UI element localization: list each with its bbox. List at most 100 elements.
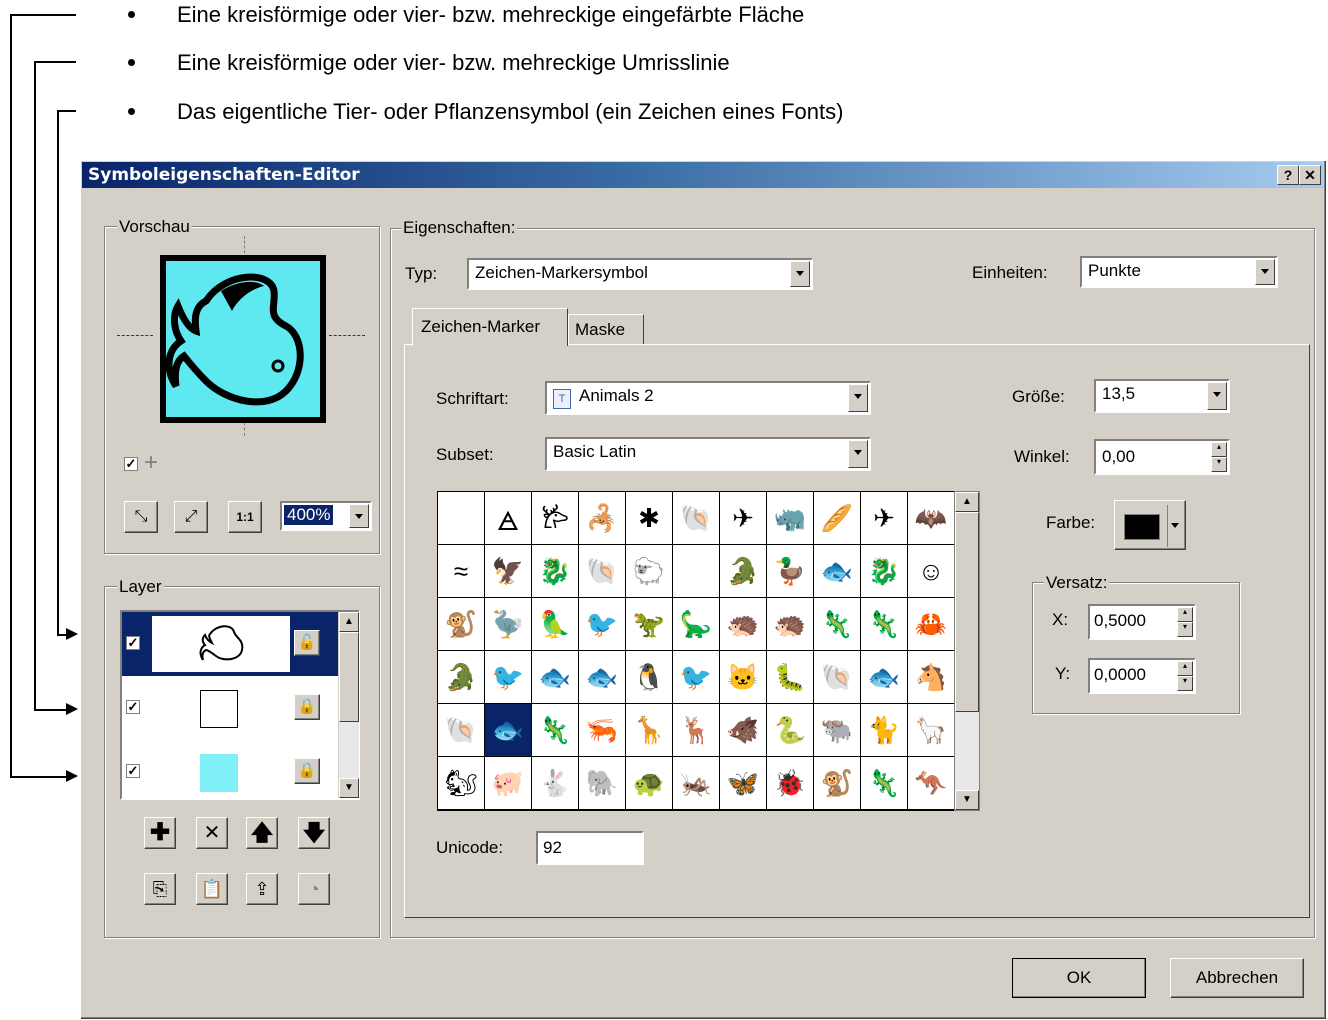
help-button[interactable]: ? bbox=[1277, 165, 1299, 185]
glyph-cell[interactable]: 🦌 bbox=[673, 704, 719, 756]
scroll-thumb[interactable] bbox=[955, 512, 979, 712]
glyph-cell[interactable]: 🐊 bbox=[438, 651, 484, 703]
units-select[interactable]: Punkte bbox=[1080, 256, 1278, 288]
cancel-button[interactable]: Abbrechen bbox=[1170, 958, 1304, 998]
ok-button[interactable]: OK bbox=[1012, 958, 1146, 998]
chevron-down-icon[interactable] bbox=[848, 384, 868, 412]
y-offset-spinner[interactable]: ▴ ▾ bbox=[1177, 661, 1193, 691]
angle-spinner[interactable]: ▴ ▾ bbox=[1211, 442, 1227, 472]
glyph-cell[interactable]: 🐘 bbox=[579, 757, 625, 809]
glyph-cell[interactable]: 🦤 bbox=[485, 598, 531, 650]
glyph-cell[interactable]: ✈ bbox=[720, 492, 766, 544]
glyph-cell[interactable]: 🐴 bbox=[908, 651, 954, 703]
tab-zeichen-marker[interactable]: Zeichen-Marker bbox=[412, 308, 568, 346]
glyph-cell[interactable]: 🐿 bbox=[438, 757, 484, 809]
paste-icon[interactable]: 📋 bbox=[196, 873, 228, 905]
size-select[interactable]: 13,5 bbox=[1094, 379, 1230, 413]
glyph-cell[interactable]: 🐟 bbox=[579, 651, 625, 703]
y-offset-input[interactable]: 0,0000 ▴ ▾ bbox=[1088, 658, 1196, 694]
glyph-scrollbar[interactable]: ▲ ▼ bbox=[954, 491, 980, 811]
glyph-cell[interactable]: ≈ bbox=[438, 545, 484, 597]
glyph-cell[interactable]: ✈ bbox=[861, 492, 907, 544]
glyph-cell[interactable]: 🐉 bbox=[532, 545, 578, 597]
glyph-cell[interactable]: 🦜 bbox=[532, 598, 578, 650]
scroll-down-icon[interactable]: ▼ bbox=[955, 790, 979, 810]
down-arrow-icon[interactable]: 🡇 bbox=[298, 817, 330, 849]
font-select[interactable]: T Animals 2 bbox=[545, 381, 871, 415]
glyph-cell[interactable]: 🐚 bbox=[814, 651, 860, 703]
glyph-cell[interactable]: 🦎 bbox=[861, 757, 907, 809]
scroll-thumb[interactable] bbox=[339, 632, 359, 722]
zoom-select[interactable]: 400% bbox=[280, 501, 372, 531]
glyph-cell[interactable]: 🦔 bbox=[720, 598, 766, 650]
glyph-cell[interactable]: 🐛 bbox=[767, 651, 813, 703]
glyph-cell[interactable]: 🦐 bbox=[579, 704, 625, 756]
chevron-down-icon[interactable] bbox=[349, 504, 369, 528]
glyph-cell[interactable]: 🦇 bbox=[908, 492, 954, 544]
glyph-cell[interactable]: 🦆 bbox=[767, 545, 813, 597]
chevron-down-icon[interactable] bbox=[1255, 259, 1275, 285]
glyph-cell[interactable]: 🦗 bbox=[673, 757, 719, 809]
tab-maske[interactable]: Maske bbox=[568, 314, 644, 344]
up-arrow-icon[interactable]: 🡅 bbox=[246, 817, 278, 849]
layer-row-2[interactable]: ✓ 🔒 bbox=[122, 676, 338, 740]
expand-icon[interactable]: ⤢ bbox=[174, 501, 208, 533]
layer-checkbox[interactable]: ✓ bbox=[126, 764, 140, 778]
actual-size-icon[interactable]: 1:1 bbox=[228, 501, 262, 533]
glyph-cell[interactable]: 🐈 bbox=[861, 704, 907, 756]
delete-icon[interactable]: ✕ bbox=[196, 817, 228, 849]
glyph-cell[interactable]: 🐦 bbox=[485, 651, 531, 703]
scroll-up-icon[interactable]: ▲ bbox=[955, 492, 979, 512]
glyph-cell[interactable]: ✱ bbox=[626, 492, 672, 544]
lock-icon[interactable]: 🔒 bbox=[294, 758, 320, 784]
glyph-cell[interactable]: 🐦 bbox=[673, 651, 719, 703]
glyph-cell[interactable]: 🐢 bbox=[626, 757, 672, 809]
glyph-cell[interactable]: 🦏 bbox=[767, 492, 813, 544]
glyph-cell[interactable]: 🦀 bbox=[908, 598, 954, 650]
angle-input[interactable]: 0,00 ▴ ▾ bbox=[1094, 439, 1230, 475]
unlock-icon[interactable]: 🔓 bbox=[294, 630, 320, 656]
glyph-cell[interactable]: 🐟 bbox=[532, 651, 578, 703]
subset-select[interactable]: Basic Latin bbox=[545, 437, 871, 471]
glyph-cell[interactable]: 🐉 bbox=[861, 545, 907, 597]
glyph-cell[interactable]: 🐒 bbox=[814, 757, 860, 809]
glyph-cell[interactable]: 🐱 bbox=[720, 651, 766, 703]
glyph-cell[interactable]: 🐚 bbox=[673, 492, 719, 544]
type-select[interactable]: Zeichen-Markersymbol bbox=[467, 258, 813, 290]
glyph-cell[interactable]: 🐚 bbox=[579, 545, 625, 597]
glyph-cell[interactable]: 🦕 bbox=[673, 598, 719, 650]
glyph-cell[interactable]: 🐟 bbox=[861, 651, 907, 703]
glyph-cell[interactable]: 🦋 bbox=[720, 757, 766, 809]
glyph-cell[interactable]: 🦖 bbox=[626, 598, 672, 650]
add-icon[interactable]: ✚ bbox=[144, 817, 176, 849]
import-icon[interactable]: ⇪ bbox=[246, 873, 278, 905]
layer-scrollbar[interactable]: ▲ ▼ bbox=[338, 612, 359, 798]
glyph-cell[interactable]: 🐗 bbox=[720, 704, 766, 756]
glyph-cell[interactable] bbox=[438, 492, 484, 544]
glyph-cell[interactable]: 🐧 bbox=[626, 651, 672, 703]
layer-row-1[interactable]: ✓ 🔓 bbox=[122, 612, 338, 676]
preview-checkbox[interactable]: ✓ bbox=[124, 457, 138, 471]
glyph-cell[interactable]: 🐃 bbox=[814, 704, 860, 756]
chevron-down-icon[interactable] bbox=[790, 261, 810, 287]
x-offset-input[interactable]: 0,5000 ▴ ▾ bbox=[1088, 604, 1196, 640]
glyph-cell[interactable]: 🐇 bbox=[532, 757, 578, 809]
glyph-cell[interactable]: 🦙 bbox=[908, 704, 954, 756]
lock-icon[interactable]: 🔒 bbox=[294, 694, 320, 720]
chevron-down-icon[interactable] bbox=[848, 440, 868, 468]
glyph-cell[interactable]: 🐚 bbox=[438, 704, 484, 756]
glyph-cell[interactable]: 🐞 bbox=[767, 757, 813, 809]
glyph-cell[interactable]: ☺ bbox=[908, 545, 954, 597]
layer-row-3[interactable]: ✓ 🔒 bbox=[122, 740, 338, 798]
close-button[interactable]: ✕ bbox=[1299, 165, 1321, 185]
layer-checkbox[interactable]: ✓ bbox=[126, 636, 140, 650]
glyph-cell[interactable]: 🜁 bbox=[485, 492, 531, 544]
color-button[interactable] bbox=[1114, 500, 1186, 550]
x-offset-spinner[interactable]: ▴ ▾ bbox=[1177, 607, 1193, 637]
layer-checkbox[interactable]: ✓ bbox=[126, 700, 140, 714]
fit-icon[interactable]: ⤡ bbox=[124, 501, 158, 533]
glyph-cell[interactable]: 🦎 bbox=[814, 598, 860, 650]
unicode-input[interactable]: 92 bbox=[536, 831, 644, 865]
glyph-cell[interactable]: 🦅 bbox=[485, 545, 531, 597]
glyph-cell[interactable]: 🦔 bbox=[767, 598, 813, 650]
